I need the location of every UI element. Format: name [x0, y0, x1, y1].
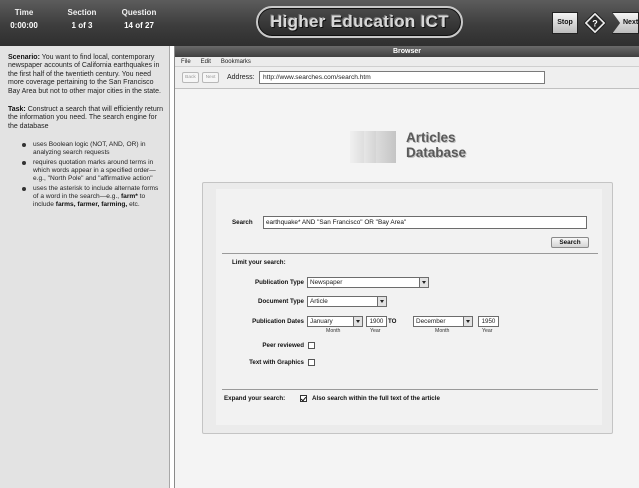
document-type-label: Document Type — [258, 298, 304, 305]
month-caption: Month — [326, 328, 341, 334]
peer-reviewed-label: Peer reviewed — [262, 342, 304, 349]
to-label: TO — [388, 318, 397, 325]
text-with-graphics-label: Text with Graphics — [249, 359, 304, 366]
question-label: Question — [121, 8, 157, 17]
scenario-paragraph: Scenario: You want to find local, contem… — [8, 54, 163, 96]
publication-dates-label: Publication Dates — [252, 318, 304, 325]
svg-text:?: ? — [592, 19, 598, 29]
browser-content: Articles Database Search earthquake* AND… — [175, 90, 639, 488]
from-month-select[interactable]: January — [307, 316, 363, 327]
forward-button[interactable]: Next — [202, 72, 219, 83]
app-title-banner: Higher Education ICT — [256, 6, 463, 38]
limit-search-label: Limit your search: — [232, 259, 286, 266]
year-caption: Year — [482, 328, 493, 334]
bullet-example: farms, farmer, farming, — [55, 201, 128, 209]
browser-title-bar: Browser — [175, 46, 639, 57]
document-type-value: Article — [310, 298, 328, 305]
section-status: Section 1 of 3 — [60, 8, 104, 30]
app-title: Higher Education ICT — [270, 12, 449, 31]
month-caption: Month — [435, 328, 450, 334]
logo-graphic — [376, 131, 396, 163]
address-label: Address: — [227, 74, 255, 81]
chevron-down-icon — [377, 297, 386, 306]
chevron-down-icon — [419, 278, 428, 287]
list-item: uses the asterisk to include alternate f… — [22, 185, 163, 209]
publication-type-label: Publication Type — [254, 279, 304, 286]
bullet-text: etc. — [129, 201, 140, 209]
logo-text: Articles Database — [406, 130, 466, 160]
test-status: Time 0:00:00 Section 1 of 3 Question 14 … — [0, 0, 170, 46]
publication-type-value: Newspaper — [310, 279, 343, 286]
back-button[interactable]: Back — [182, 72, 199, 83]
to-month-select[interactable]: December — [413, 316, 473, 327]
time-label: Time — [14, 8, 34, 17]
instructions-panel: Scenario: You want to find local, contem… — [0, 46, 170, 488]
browser-window: Browser File Edit Bookmarks Back Next Ad… — [174, 46, 639, 488]
search-button[interactable]: Search — [551, 237, 589, 248]
browser-toolbar: Back Next Address: http://www.searches.c… — [175, 67, 639, 89]
search-panel: Search earthquake* AND "San Francisco" O… — [202, 182, 613, 434]
task-text: Construct a search that will efficiently… — [8, 106, 163, 130]
question-value: 14 of 27 — [124, 21, 154, 30]
to-year-input[interactable]: 1950 — [478, 316, 499, 327]
full-text-label: Also search within the full text of the … — [312, 395, 440, 402]
publication-type-select[interactable]: Newspaper — [307, 277, 429, 288]
question-mark-icon: ? — [583, 11, 607, 35]
chevron-down-icon — [353, 317, 362, 326]
task-label: Task: — [8, 106, 26, 114]
next-button[interactable]: Next — [612, 12, 639, 34]
menu-bookmarks[interactable]: Bookmarks — [221, 59, 251, 65]
list-item: uses Boolean logic (NOT, AND, OR) in ana… — [22, 141, 163, 157]
time-status: Time 0:00:00 — [4, 8, 44, 30]
help-button[interactable]: ? — [583, 11, 607, 35]
logo-line-2: Database — [406, 145, 467, 160]
to-month-value: December — [416, 318, 446, 325]
articles-database-logo: Articles Database — [350, 130, 485, 164]
logo-line-1: Articles — [406, 130, 456, 145]
year-caption: Year — [370, 328, 381, 334]
search-rules-list: uses Boolean logic (NOT, AND, OR) in ana… — [22, 141, 163, 209]
list-item: requires quotation marks around terms in… — [22, 159, 163, 183]
search-label: Search — [232, 219, 253, 226]
bullet-example: farm* — [120, 193, 138, 201]
section-value: 1 of 3 — [71, 21, 93, 30]
search-input[interactable]: earthquake* AND "San Francisco" OR "Bay … — [263, 216, 587, 229]
peer-reviewed-checkbox[interactable] — [308, 342, 315, 349]
expand-search-label: Expand your search: — [224, 395, 286, 402]
stop-button[interactable]: Stop — [552, 12, 578, 34]
divider — [222, 253, 598, 254]
top-bar: Time 0:00:00 Section 1 of 3 Question 14 … — [0, 0, 639, 46]
document-type-select[interactable]: Article — [307, 296, 387, 307]
task-paragraph: Task: Construct a search that will effic… — [8, 106, 163, 131]
search-form: Search earthquake* AND "San Francisco" O… — [216, 189, 602, 425]
menu-file[interactable]: File — [181, 59, 191, 65]
browser-menu-bar: File Edit Bookmarks — [175, 57, 639, 67]
section-label: Section — [67, 8, 97, 17]
time-value: 0:00:00 — [10, 21, 38, 30]
from-year-input[interactable]: 1900 — [366, 316, 387, 327]
scenario-label: Scenario: — [8, 54, 40, 61]
menu-edit[interactable]: Edit — [201, 59, 211, 65]
text-with-graphics-checkbox[interactable] — [308, 359, 315, 366]
address-bar[interactable]: http://www.searches.com/search.htm — [259, 71, 545, 84]
divider — [222, 389, 598, 390]
question-status: Question 14 of 27 — [112, 8, 166, 30]
from-month-value: January — [310, 318, 333, 325]
chevron-down-icon — [463, 317, 472, 326]
full-text-checkbox[interactable] — [300, 395, 307, 402]
